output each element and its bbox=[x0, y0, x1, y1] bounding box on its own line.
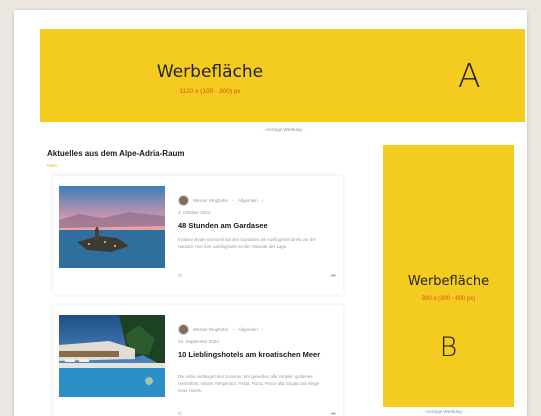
article-card[interactable]: Werner Ringhofer • Allgemein • 2. Oktobe… bbox=[53, 176, 343, 294]
ad-banner-a[interactable]: Werbefläche 1120 x (100 - 300) px A bbox=[40, 29, 525, 122]
menu-dots-icon[interactable]: ••• bbox=[331, 411, 336, 416]
page-container: Werbefläche 1120 x (100 - 300) px A - An… bbox=[14, 10, 527, 416]
section-title: Aktuelles aus dem Alpe-Adria-Raum bbox=[47, 149, 185, 158]
article-category[interactable]: Allgemein bbox=[238, 327, 258, 332]
ad-b-caption: - Anzeige Werbung - bbox=[423, 409, 465, 414]
croatia-hotel-photo bbox=[59, 315, 165, 397]
share-icon[interactable]: < bbox=[178, 411, 182, 416]
article-thumbnail[interactable] bbox=[59, 315, 165, 397]
article-author[interactable]: Werner Ringhofer bbox=[193, 198, 228, 203]
ad-a-size: 1120 x (100 - 300) px bbox=[179, 88, 241, 95]
ad-b-title: Werbefläche bbox=[407, 274, 490, 289]
article-author[interactable]: Werner Ringhofer bbox=[193, 327, 228, 332]
section-more-link[interactable]: Mehr bbox=[47, 163, 57, 168]
meta-separator: • bbox=[232, 197, 235, 203]
article-excerpt: Die Adria verlängert den Sommer. Wir gen… bbox=[178, 374, 320, 393]
ad-a-title: Werbefläche bbox=[156, 62, 264, 82]
article-card[interactable]: Werner Ringhofer • Allgemein • 26. Septe… bbox=[53, 305, 343, 416]
meta-separator: • bbox=[261, 326, 264, 332]
meta-separator: • bbox=[261, 197, 264, 203]
article-meta: Werner Ringhofer • Allgemein • bbox=[178, 323, 263, 335]
article-date: 26. September 2024 bbox=[178, 339, 219, 344]
share-icon[interactable]: < bbox=[178, 273, 182, 280]
author-avatar[interactable] bbox=[178, 194, 189, 206]
ad-a-letter: A bbox=[458, 56, 481, 95]
meta-separator: • bbox=[232, 326, 235, 332]
article-category[interactable]: Allgemein bbox=[238, 198, 258, 203]
article-thumbnail[interactable] bbox=[59, 186, 165, 268]
article-title[interactable]: 10 Lieblingshotels am kroatischen Meer bbox=[178, 350, 333, 359]
gardasee-photo bbox=[59, 186, 165, 268]
ad-b-size: 300 x (300 - 600 px) bbox=[421, 296, 476, 302]
ad-b-letter: B bbox=[439, 332, 458, 363]
article-date: 2. Oktober 2024 bbox=[178, 210, 211, 215]
author-avatar[interactable] bbox=[178, 323, 189, 335]
article-title[interactable]: 48 Stunden am Gardasee bbox=[178, 221, 333, 230]
article-excerpt: Insidere Beate Gsenzell hat den Gardasee… bbox=[178, 237, 317, 249]
ad-banner-b[interactable]: Werbefläche 300 x (300 - 600 px) B bbox=[383, 145, 514, 407]
article-meta: Werner Ringhofer • Allgemein • bbox=[178, 194, 263, 206]
menu-dots-icon[interactable]: ••• bbox=[331, 273, 336, 280]
ad-a-caption: - Anzeige Werbung - bbox=[263, 127, 305, 132]
